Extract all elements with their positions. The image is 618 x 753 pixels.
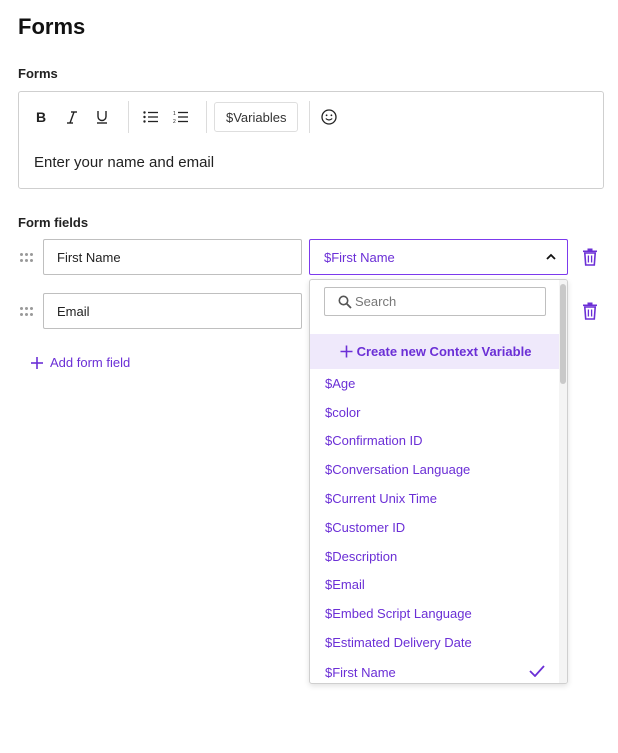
- field-name-input[interactable]: [43, 293, 302, 329]
- svg-text:1: 1: [173, 111, 176, 117]
- add-form-field-button[interactable]: Add form field: [30, 355, 130, 370]
- italic-icon: [67, 110, 77, 124]
- forms-page: Forms Forms B 1 2 $Variables Enter your …: [0, 0, 618, 753]
- variable-option[interactable]: $Confirmation ID: [310, 427, 561, 456]
- variables-button[interactable]: $Variables: [214, 102, 299, 132]
- search-icon: [338, 295, 352, 309]
- bullet-list-button[interactable]: [137, 104, 163, 130]
- field-name-input[interactable]: [43, 239, 302, 275]
- variable-option[interactable]: $Current Unix Time: [310, 484, 561, 513]
- variable-option[interactable]: $Description: [310, 542, 561, 571]
- variable-options-list: $Age $color $Confirmation ID $Conversati…: [310, 369, 561, 683]
- emoji-icon: [321, 109, 337, 125]
- variable-select-value: $First Name: [324, 249, 395, 265]
- variable-option[interactable]: $Age: [310, 369, 561, 398]
- numbered-list-button[interactable]: 1 2: [167, 104, 193, 130]
- page-title: Forms: [18, 14, 86, 39]
- variable-option[interactable]: $Email: [310, 571, 561, 600]
- trash-icon[interactable]: [582, 248, 598, 266]
- underline-icon: [97, 111, 107, 124]
- variable-option[interactable]: $color: [310, 398, 561, 427]
- dropdown-scrollbar[interactable]: [559, 280, 567, 683]
- editor-toolbar: B 1 2 $Variables: [19, 92, 603, 142]
- toolbar-divider: [309, 101, 310, 133]
- emoji-button[interactable]: [316, 104, 342, 130]
- form-fields-label: Form fields: [18, 215, 89, 230]
- drag-handle-icon[interactable]: [20, 307, 34, 317]
- add-form-field-label: Add form field: [50, 355, 131, 370]
- variable-select[interactable]: $First Name: [309, 239, 568, 275]
- bullet-list-icon: [142, 111, 158, 123]
- bold-button[interactable]: B: [28, 104, 54, 130]
- trash-icon[interactable]: [582, 302, 598, 320]
- create-context-variable-button[interactable]: Create new Context Variable: [310, 334, 561, 369]
- plus-icon: [340, 345, 353, 358]
- numbered-list-icon: 1 2: [173, 111, 188, 124]
- variable-option[interactable]: $Estimated Delivery Date: [310, 628, 561, 657]
- checkmark-icon: [529, 665, 545, 677]
- underline-button[interactable]: [89, 104, 115, 130]
- dropdown-search: [324, 287, 546, 316]
- variable-option[interactable]: $Embed Script Language: [310, 599, 561, 628]
- drag-handle-icon[interactable]: [20, 253, 34, 263]
- plus-icon: [31, 356, 43, 369]
- toolbar-divider: [128, 101, 129, 133]
- variable-dropdown-menu: Create new Context Variable $Age $color …: [309, 279, 568, 684]
- editor-content[interactable]: Enter your name and email: [34, 154, 214, 171]
- chevron-up-icon: [546, 253, 556, 260]
- create-context-variable-label: Create new Context Variable: [356, 344, 532, 359]
- italic-button[interactable]: [59, 104, 85, 130]
- variable-option[interactable]: $Conversation Language: [310, 455, 561, 484]
- variable-option-selected[interactable]: $First Name: [310, 657, 561, 683]
- variable-option[interactable]: $Customer ID: [310, 513, 561, 542]
- svg-text:2: 2: [173, 119, 176, 124]
- rich-text-editor[interactable]: B 1 2 $Variables Enter your name and ema…: [18, 91, 604, 189]
- editor-section-label: Forms: [18, 66, 58, 81]
- variable-option-label: $First Name: [325, 665, 396, 681]
- dropdown-search-input[interactable]: [355, 294, 545, 309]
- dropdown-scrollbar-thumb[interactable]: [560, 284, 566, 384]
- toolbar-divider: [206, 101, 207, 133]
